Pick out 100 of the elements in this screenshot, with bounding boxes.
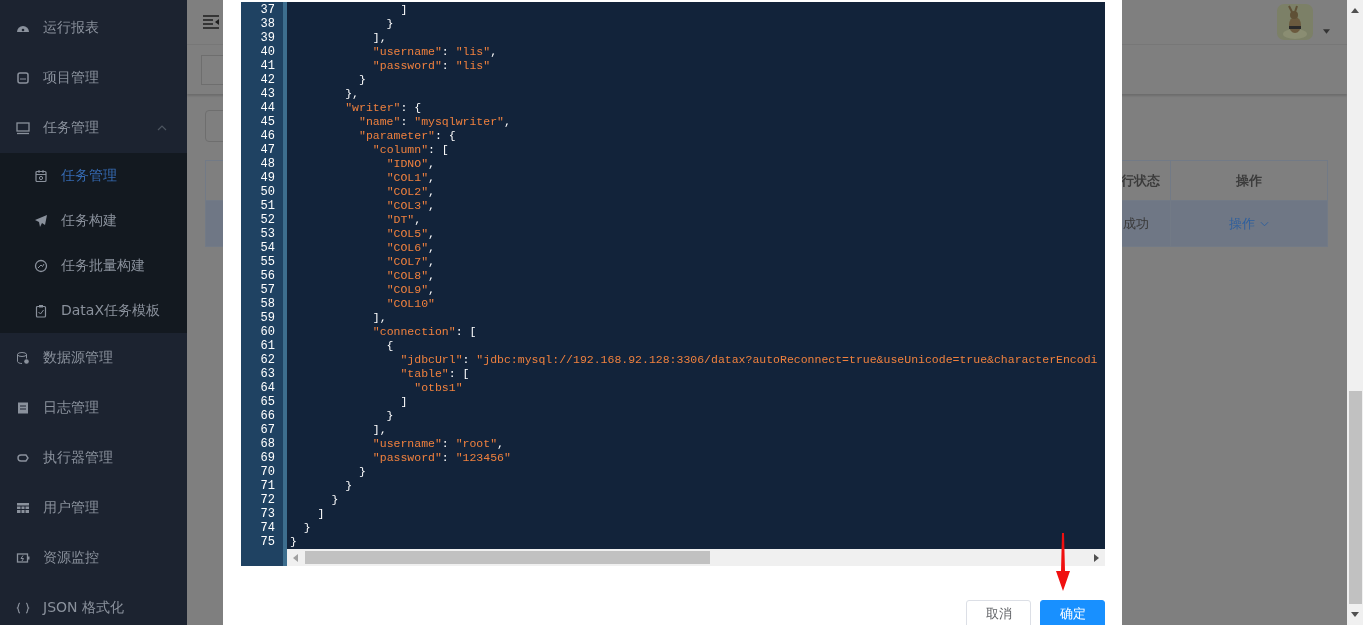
- calendar-icon: [34, 168, 48, 183]
- line-number: 44: [259, 101, 276, 115]
- code-line: "COL10": [385, 297, 436, 311]
- dial-icon: [34, 258, 48, 273]
- sidebar-item[interactable]: 项目管理: [0, 53, 187, 103]
- sidebar-item[interactable]: 运行报表: [0, 3, 187, 53]
- line-number: 45: [259, 115, 276, 129]
- code-line: "table": [: [399, 367, 471, 381]
- table-cell: 成功: [1123, 214, 1149, 233]
- annotation-arrow: [1055, 533, 1071, 591]
- code-line: "jdbcUrl": "jdbc:mysql://192.168.92.128:3306/datax?autoReconnect=true&useUnicode=true&characterEncodi: [399, 353, 1099, 367]
- sidebar-subitem[interactable]: 任务批量构建: [0, 243, 187, 288]
- code-line: ]: [316, 507, 326, 521]
- scroll-right-icon[interactable]: [1094, 553, 1099, 562]
- code-line: "username": "lis",: [371, 45, 499, 59]
- line-number: 56: [259, 269, 276, 283]
- code-line: }: [290, 535, 298, 549]
- line-number: 60: [259, 325, 276, 339]
- code-line: "password": "lis": [371, 59, 492, 73]
- code-line: }: [344, 479, 354, 493]
- line-number: 66: [259, 409, 276, 423]
- line-number: 72: [259, 493, 276, 507]
- line-number: 53: [259, 227, 276, 241]
- code-line: "COL2",: [385, 185, 436, 199]
- battery-icon: [16, 551, 30, 565]
- code-line: ],: [371, 423, 388, 437]
- code-line: ]: [399, 3, 409, 17]
- code-line: "parameter": {: [358, 129, 457, 143]
- line-number: 61: [259, 339, 276, 353]
- sidebar-subitem[interactable]: 任务构建: [0, 198, 187, 243]
- scroll-left-icon[interactable]: [293, 553, 298, 562]
- line-number: 40: [259, 45, 276, 59]
- line-number: 54: [259, 241, 276, 255]
- line-number: 43: [259, 87, 276, 101]
- code-line: "username": "root",: [371, 437, 505, 451]
- line-number: 38: [259, 17, 276, 31]
- code-line: }: [302, 521, 312, 535]
- code-line: ],: [371, 311, 388, 325]
- scrollbar-thumb[interactable]: [305, 551, 710, 564]
- code-line: "name": "mysqlwriter",: [358, 115, 512, 129]
- sidebar-subitem[interactable]: 任务管理: [0, 153, 187, 198]
- code-line: "COL7",: [385, 255, 436, 269]
- line-number: 71: [259, 479, 276, 493]
- clipboard-icon: [34, 303, 48, 318]
- sidebar-item[interactable]: JSON 格式化: [0, 583, 187, 625]
- line-number: 57: [259, 283, 276, 297]
- code-line: ],: [371, 31, 388, 45]
- line-number: 47: [259, 143, 276, 157]
- code-line: "column": [: [371, 143, 450, 157]
- line-number: 74: [259, 521, 276, 535]
- scrollbar-thumb[interactable]: [1348, 391, 1362, 604]
- line-number: 50: [259, 185, 276, 199]
- sidebar-subitem[interactable]: DataX任务模板: [0, 288, 187, 333]
- line-number: 41: [259, 59, 276, 73]
- code-line: "COL1",: [385, 171, 436, 185]
- code-line: "IDNO",: [385, 157, 436, 171]
- code-line: },: [344, 87, 360, 101]
- line-number: 65: [259, 395, 276, 409]
- scroll-up-icon[interactable]: [1351, 8, 1359, 13]
- menu-icon[interactable]: [203, 15, 219, 29]
- caret-icon[interactable]: [1323, 28, 1330, 34]
- line-number: 42: [259, 73, 276, 87]
- line-number: 49: [259, 171, 276, 185]
- line-number: 62: [259, 353, 276, 367]
- line-number: 51: [259, 199, 276, 213]
- line-number: 68: [259, 437, 276, 451]
- code-line: ]: [399, 395, 409, 409]
- line-number: 69: [259, 451, 276, 465]
- database-icon: [16, 351, 30, 365]
- line-number: 75: [259, 535, 276, 549]
- code-line: {: [385, 339, 395, 353]
- horizontal-scrollbar[interactable]: [287, 549, 1105, 566]
- sidebar-item[interactable]: 资源监控: [0, 533, 187, 583]
- line-number: 39: [259, 31, 276, 45]
- sidebar-item[interactable]: 执行器管理: [0, 433, 187, 483]
- sidebar-item[interactable]: 任务管理: [0, 103, 187, 153]
- line-number: 64: [259, 381, 276, 395]
- drive-icon: [16, 71, 30, 85]
- code-line: }: [385, 409, 395, 423]
- code-line: "otbs1": [413, 381, 464, 395]
- code-line: "connection": [: [371, 325, 478, 339]
- line-number: 55: [259, 255, 276, 269]
- cancel-button[interactable]: 取消: [966, 600, 1031, 625]
- scrollbar[interactable]: [1347, 0, 1363, 625]
- code-line: "DT",: [385, 213, 423, 227]
- line-number: 52: [259, 213, 276, 227]
- sidebar-item[interactable]: 数据源管理: [0, 333, 187, 383]
- scroll-down-icon[interactable]: [1351, 612, 1359, 617]
- line-number: 48: [259, 157, 276, 171]
- link-icon: [16, 451, 30, 465]
- sidebar-item[interactable]: 用户管理: [0, 483, 187, 533]
- confirm-button[interactable]: 确定: [1040, 600, 1105, 625]
- code-line: "COL6",: [385, 241, 436, 255]
- paper-plane-icon: [34, 213, 48, 228]
- line-number: 70: [259, 465, 276, 479]
- sidebar-item[interactable]: 日志管理: [0, 383, 187, 433]
- line-number: 46: [259, 129, 276, 143]
- line-number: 67: [259, 423, 276, 437]
- line-number: 58: [259, 297, 276, 311]
- monitor-icon: [16, 121, 30, 135]
